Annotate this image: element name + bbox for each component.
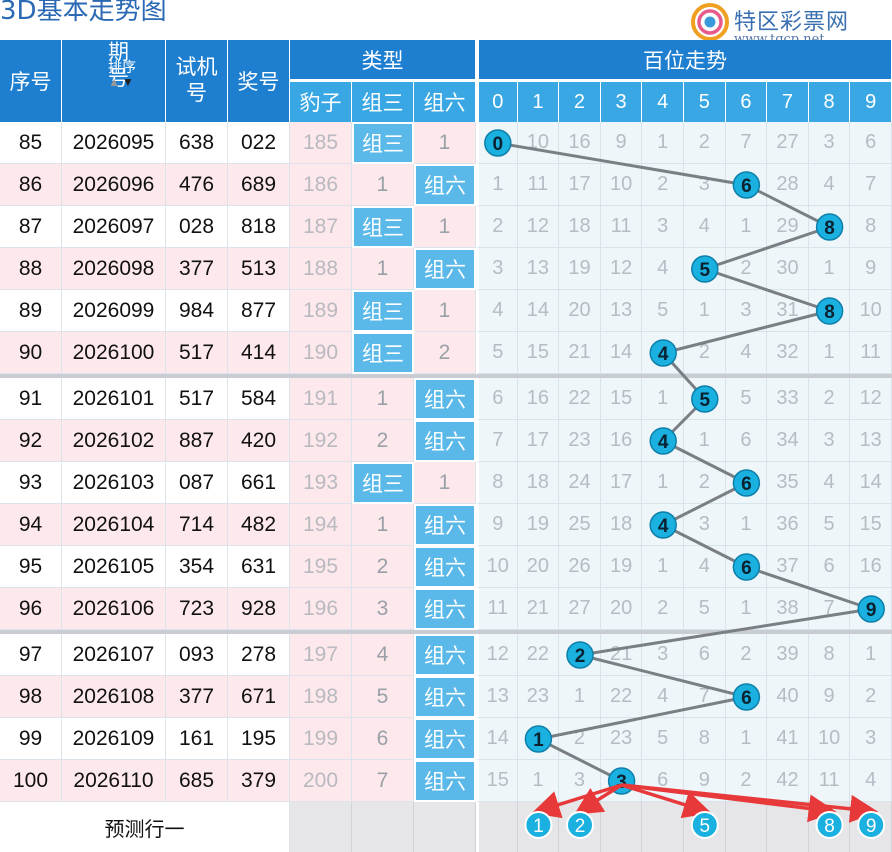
trend-line-segment	[744, 565, 873, 611]
trend-ball-label: 2	[575, 646, 586, 667]
trend-line-segment	[536, 695, 748, 741]
trend-line-segment	[661, 481, 748, 527]
prediction-arrow	[574, 783, 623, 815]
trend-ball-label: 4	[658, 432, 669, 453]
trend-ball-label: 6	[741, 558, 752, 579]
prediction-ball-label: 2	[575, 816, 586, 837]
trend-ball-label: 8	[824, 218, 835, 239]
prediction-arrow	[531, 783, 623, 819]
prediction-ball-label: 5	[700, 816, 711, 837]
trend-chart-overlay: 0 6 8 5 8 4 5 4 6 4 6 9 2 6 1 3 1 2 5 8 9	[484, 129, 886, 839]
trend-ball-label: 6	[741, 688, 752, 709]
trend-line-segment	[661, 309, 832, 355]
trend-ball-label: 4	[658, 516, 669, 537]
trend-line-segment	[744, 183, 832, 229]
trend-ball-label: 6	[741, 176, 752, 197]
trend-ball-label: 9	[866, 600, 877, 621]
trend-ball-label: 5	[700, 260, 711, 281]
prediction-ball-label: 9	[866, 816, 877, 837]
trend-line-segment	[536, 737, 624, 783]
trend-ball-label: 0	[493, 134, 504, 155]
trend-ball-label: 8	[824, 302, 835, 323]
prediction-ball-label: 1	[533, 816, 544, 837]
trend-line-segment	[661, 439, 748, 485]
trend-ball-label: 5	[700, 390, 711, 411]
trend-line-segment	[578, 607, 873, 657]
trend-line-segment	[578, 653, 748, 699]
trend-ball-label: 1	[533, 730, 544, 751]
trend-line-segment	[703, 225, 832, 271]
trend-line-segment	[703, 267, 832, 313]
prediction-ball-label: 8	[824, 816, 835, 837]
trend-line-segment	[661, 523, 748, 569]
trend-ball-label: 4	[658, 344, 669, 365]
trend-line-segment	[496, 141, 748, 187]
trend-ball-label: 6	[741, 474, 752, 495]
trend-ball-label: 3	[616, 772, 627, 793]
